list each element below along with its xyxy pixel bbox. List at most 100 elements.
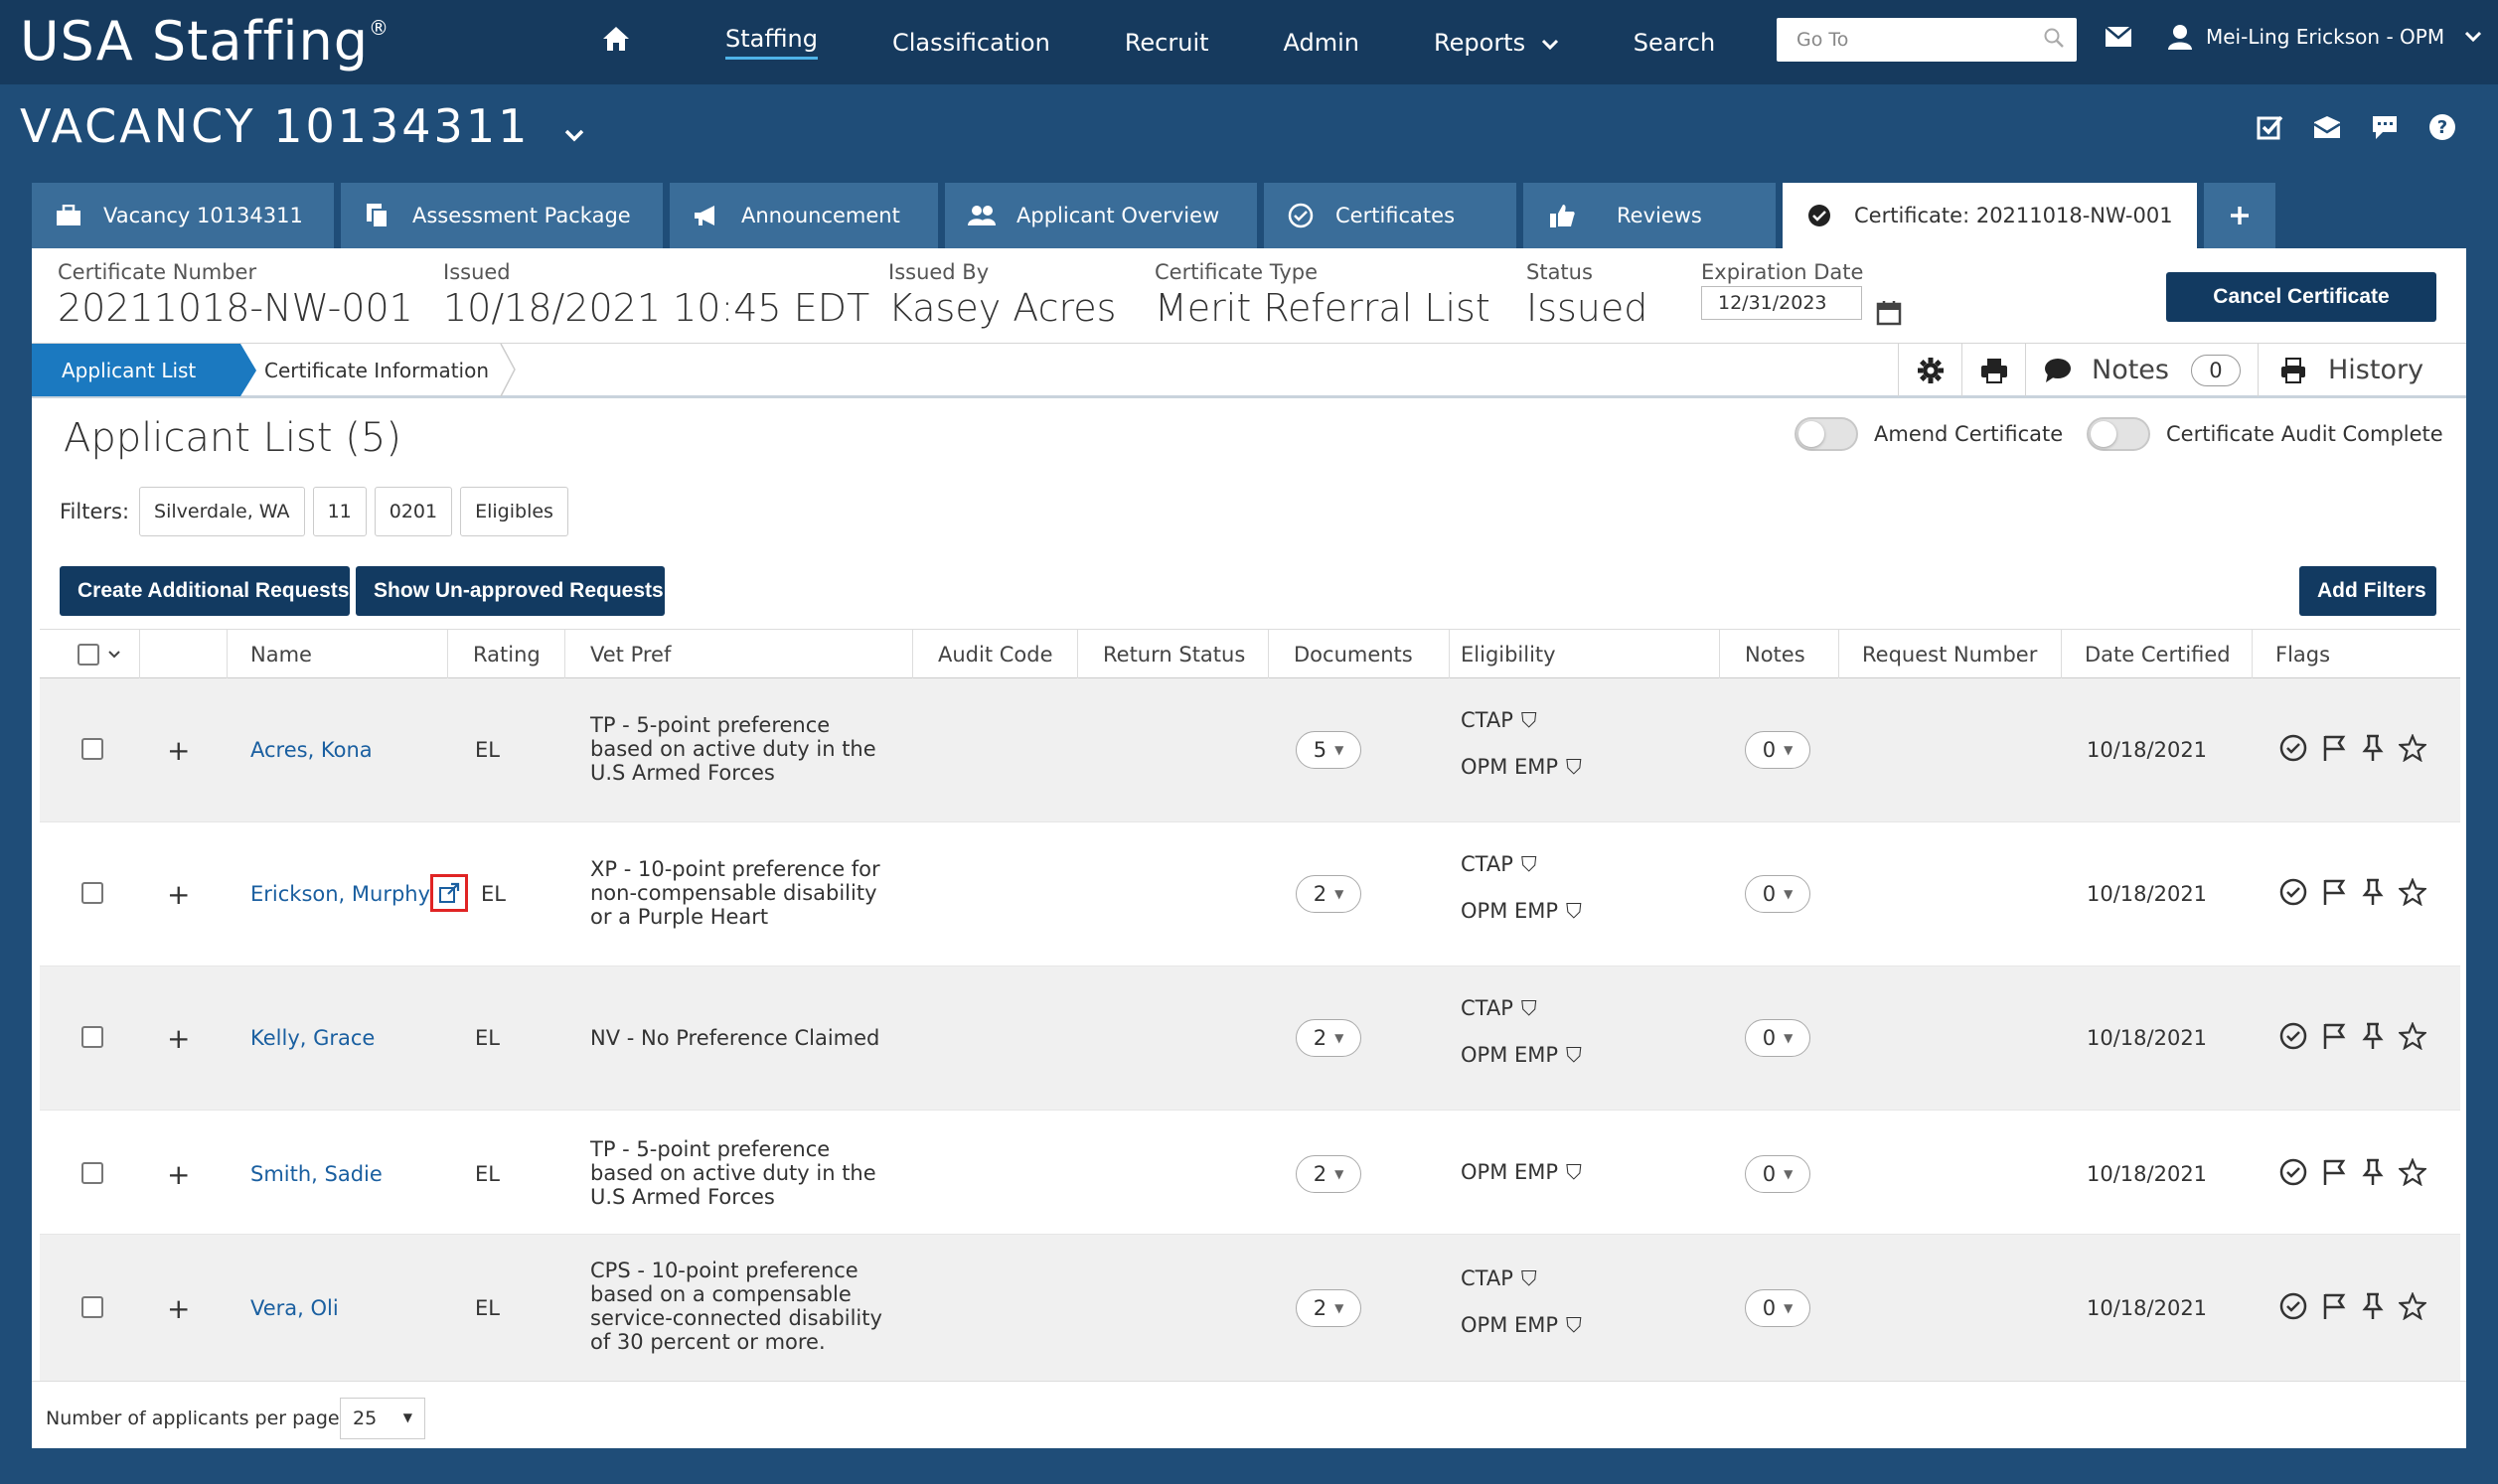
col-eligibility[interactable]: Eligibility [1461, 630, 1556, 679]
select-all-checkbox[interactable] [78, 644, 99, 666]
notes-dropdown[interactable]: 0 ▼ [1745, 875, 1810, 913]
check-circle-icon[interactable] [2279, 734, 2307, 762]
tab-certificates[interactable]: Certificates [1264, 183, 1516, 248]
settings-button[interactable] [1898, 344, 1961, 396]
goto-search-input[interactable]: Go To [1777, 18, 2077, 62]
expiration-date-input[interactable]: 12/31/2023 [1701, 286, 1862, 320]
shield-help-icon[interactable]: ⛉ [1566, 1160, 1582, 1185]
documents-dropdown[interactable]: 2 ▼ [1296, 875, 1361, 913]
col-flags[interactable]: Flags [2275, 630, 2330, 679]
nav-search[interactable]: Search [1634, 29, 1715, 57]
notes-button[interactable]: Notes 0 [2025, 344, 2258, 396]
notes-dropdown[interactable]: 0 ▼ [1745, 1155, 1810, 1193]
subtab-applicant-list[interactable]: Applicant List [32, 344, 240, 396]
amend-certificate-toggle[interactable] [1795, 417, 1858, 451]
nav-classification[interactable]: Classification [892, 29, 1050, 57]
documents-dropdown[interactable]: 2 ▼ [1296, 1019, 1361, 1057]
row-checkbox[interactable] [81, 1296, 103, 1318]
chevron-down-icon[interactable] [107, 650, 121, 660]
col-notes[interactable]: Notes [1745, 630, 1805, 679]
shield-help-icon[interactable]: ⛉ [1566, 1313, 1582, 1338]
col-request-number[interactable]: Request Number [1862, 630, 2037, 679]
filter-chip[interactable]: Silverdale, WA [139, 487, 305, 536]
shield-help-icon[interactable]: ⛉ [1521, 1266, 1537, 1291]
col-name[interactable]: Name [250, 630, 312, 679]
flag-icon[interactable] [2321, 1158, 2347, 1186]
expand-row-button[interactable]: + [167, 1022, 190, 1055]
filter-chip[interactable]: 11 [312, 487, 367, 536]
tab-announcement[interactable]: Announcement [670, 183, 938, 248]
add-tab-button[interactable] [2204, 183, 2275, 248]
star-icon[interactable] [2399, 1022, 2426, 1050]
tab-reviews[interactable]: Reviews [1523, 183, 1776, 248]
create-additional-requests-button[interactable]: Create Additional Requests [60, 566, 350, 616]
check-circle-icon[interactable] [2279, 878, 2307, 906]
nav-staffing[interactable]: Staffing [725, 25, 818, 60]
pin-icon[interactable] [2361, 1292, 2385, 1320]
tab-assessment-package[interactable]: Assessment Package [341, 183, 663, 248]
applicant-name-link[interactable]: Smith, Sadie [250, 1162, 383, 1186]
shield-help-icon[interactable]: ⛉ [1521, 996, 1537, 1021]
tab-applicant-overview[interactable]: Applicant Overview [945, 183, 1257, 248]
row-checkbox[interactable] [81, 1162, 103, 1184]
flag-icon[interactable] [2321, 878, 2347, 906]
flag-icon[interactable] [2321, 1292, 2347, 1320]
shield-help-icon[interactable]: ⛉ [1566, 755, 1582, 780]
applicant-name-link[interactable]: Acres, Kona [250, 738, 373, 762]
filter-chip[interactable]: 0201 [374, 487, 453, 536]
expand-row-button[interactable]: + [167, 734, 190, 767]
col-date-certified[interactable]: Date Certified [2085, 630, 2231, 679]
chevron-down-icon[interactable] [2464, 31, 2482, 43]
chevron-down-icon[interactable] [563, 128, 585, 142]
nav-recruit[interactable]: Recruit [1125, 29, 1209, 57]
usa-staffing-logo[interactable]: USA Staffing® [20, 10, 390, 73]
row-checkbox[interactable] [81, 1026, 103, 1048]
row-checkbox[interactable] [81, 738, 103, 760]
notes-dropdown[interactable]: 0 ▼ [1745, 1019, 1810, 1057]
filter-chip[interactable]: Eligibles [460, 487, 568, 536]
vacancy-title[interactable]: VACANCY 10134311 [20, 99, 585, 153]
calendar-icon[interactable] [1876, 300, 1902, 330]
pin-icon[interactable] [2361, 878, 2385, 906]
audit-complete-toggle[interactable] [2087, 417, 2150, 451]
user-icon[interactable] [2168, 24, 2192, 50]
col-rating[interactable]: Rating [473, 630, 541, 679]
shield-help-icon[interactable]: ⛉ [1566, 1043, 1582, 1068]
check-circle-icon[interactable] [2279, 1022, 2307, 1050]
star-icon[interactable] [2399, 878, 2426, 906]
home-icon[interactable] [601, 25, 631, 61]
star-icon[interactable] [2399, 1158, 2426, 1186]
tab-certificate-active[interactable]: Certificate: 20211018-NW-001 [1783, 183, 2197, 248]
flag-icon[interactable] [2321, 1022, 2347, 1050]
task-check-icon[interactable] [2254, 111, 2285, 143]
flag-icon[interactable] [2321, 734, 2347, 762]
inbox-icon[interactable] [2311, 111, 2343, 143]
pin-icon[interactable] [2361, 1158, 2385, 1186]
applicant-name-link[interactable]: Kelly, Grace [250, 1026, 375, 1050]
notes-dropdown[interactable]: 0 ▼ [1745, 1289, 1810, 1327]
pin-icon[interactable] [2361, 734, 2385, 762]
show-unapproved-requests-button[interactable]: Show Un-approved Requests [356, 566, 665, 616]
nav-admin[interactable]: Admin [1284, 29, 1360, 57]
expand-row-button[interactable]: + [167, 1158, 190, 1191]
shield-help-icon[interactable]: ⛉ [1521, 852, 1537, 877]
documents-dropdown[interactable]: 2 ▼ [1296, 1155, 1361, 1193]
shield-help-icon[interactable]: ⛉ [1566, 899, 1582, 924]
star-icon[interactable] [2399, 734, 2426, 762]
applicant-name-link[interactable]: Vera, Oli [250, 1296, 339, 1320]
check-circle-icon[interactable] [2279, 1158, 2307, 1186]
search-icon[interactable] [2043, 27, 2065, 49]
col-vet-pref[interactable]: Vet Pref [590, 630, 671, 679]
per-page-select[interactable]: 25 ▼ [340, 1398, 425, 1439]
cancel-certificate-button[interactable]: Cancel Certificate [2166, 272, 2436, 322]
pin-icon[interactable] [2361, 1022, 2385, 1050]
subtab-certificate-information[interactable]: Certificate Information [264, 359, 489, 382]
col-documents[interactable]: Documents [1294, 630, 1413, 679]
shield-help-icon[interactable]: ⛉ [1521, 708, 1537, 733]
history-button[interactable]: History [2258, 344, 2462, 396]
col-audit-code[interactable]: Audit Code [938, 630, 1053, 679]
documents-dropdown[interactable]: 5 ▼ [1296, 731, 1361, 769]
row-checkbox[interactable] [81, 882, 103, 904]
expand-row-button[interactable]: + [167, 1292, 190, 1325]
notes-dropdown[interactable]: 0 ▼ [1745, 731, 1810, 769]
